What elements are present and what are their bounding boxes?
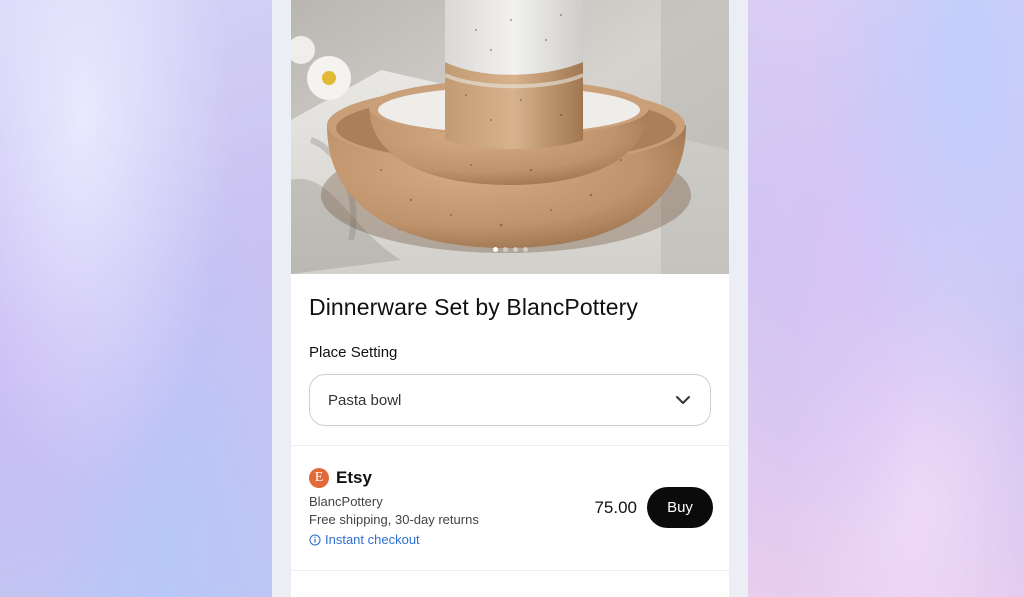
product-title: Dinnerware Set by BlancPottery	[309, 294, 638, 320]
divider	[291, 570, 729, 571]
merchant[interactable]: E Etsy	[309, 468, 372, 488]
product-card: Dinnerware Set by BlancPottery Place Set…	[291, 0, 729, 597]
buy-button[interactable]: Buy	[647, 487, 713, 528]
seller-name: BlancPottery	[309, 494, 383, 509]
instant-checkout-label: Instant checkout	[325, 532, 420, 547]
background-left	[0, 0, 272, 597]
carousel-dot[interactable]	[492, 247, 498, 252]
shipping-info: Free shipping, 30-day returns	[309, 512, 479, 527]
product-image[interactable]	[291, 0, 729, 274]
carousel-dot[interactable]	[512, 247, 518, 252]
carousel-dots[interactable]	[291, 247, 729, 252]
carousel-dot[interactable]	[502, 247, 508, 252]
ceramic-bowls-photo	[291, 0, 729, 274]
merchant-name: Etsy	[336, 468, 372, 487]
instant-checkout[interactable]: Instant checkout	[309, 532, 420, 547]
price: 75.00	[594, 498, 637, 517]
carousel-dot[interactable]	[522, 247, 528, 252]
chevron-down-icon	[676, 396, 690, 404]
info-icon	[309, 533, 321, 546]
etsy-logo-icon: E	[309, 468, 329, 488]
background-right	[748, 0, 1024, 597]
divider	[291, 445, 729, 446]
selected-option: Pasta bowl	[328, 391, 402, 409]
option-label: Place Setting	[309, 344, 398, 361]
place-setting-dropdown[interactable]: Pasta bowl	[309, 374, 711, 426]
